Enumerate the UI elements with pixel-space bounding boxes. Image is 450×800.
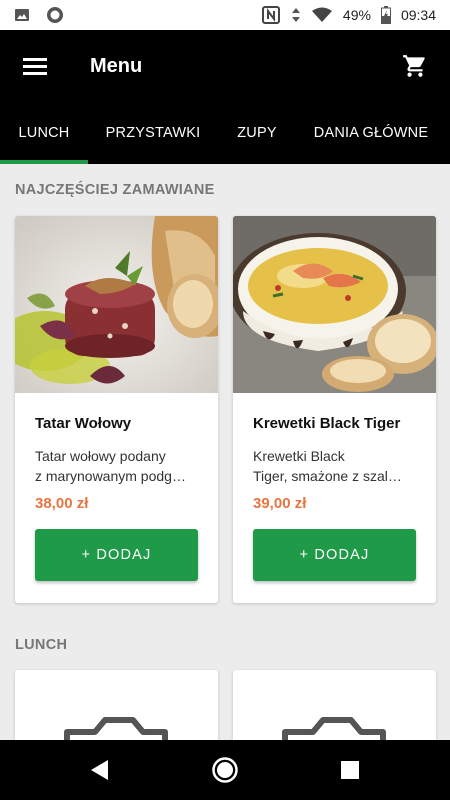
recents-icon[interactable] <box>339 759 361 781</box>
section-title-popular: NAJCZĘŚCIEJ ZAMAWIANE <box>15 182 215 198</box>
product-description: Tatar wołowy podany z marynowanym podg… <box>35 448 186 484</box>
product-card[interactable] <box>15 670 218 740</box>
tab-zupy[interactable]: ZUPY <box>218 102 296 164</box>
home-icon[interactable] <box>211 756 239 784</box>
system-nav-bar <box>0 740 450 800</box>
camera-placeholder-icon <box>64 717 168 740</box>
page-title: Menu <box>90 54 143 77</box>
tab-lunch[interactable]: LUNCH <box>0 102 88 164</box>
product-card[interactable] <box>233 670 436 740</box>
toolbar: Menu <box>0 30 450 102</box>
tab-przystawki[interactable]: PRZYSTAWKI <box>88 102 218 164</box>
product-price: 38,00 zł <box>35 495 89 512</box>
status-bar: 49% 09:34 <box>0 0 450 30</box>
image-icon <box>15 9 29 21</box>
category-tabs: LUNCH PRZYSTAWKI ZUPY DANIA GŁÓWNE <box>0 102 450 164</box>
shrimp-soup-photo <box>233 216 436 393</box>
nfc-icon <box>261 6 280 24</box>
product-name: Tatar Wołowy <box>35 415 132 432</box>
section-title-lunch: LUNCH <box>15 637 68 653</box>
product-card[interactable]: Krewetki Black Tiger Krewetki Black Tige… <box>233 216 436 603</box>
back-icon[interactable] <box>88 758 112 782</box>
product-name: Krewetki Black Tiger <box>253 415 401 432</box>
cart-icon[interactable] <box>402 53 428 79</box>
product-price: 39,00 zł <box>253 495 307 512</box>
battery-percent: 49% <box>342 7 371 23</box>
product-description: Krewetki Black Tiger, smażone z szal… <box>253 448 402 484</box>
hamburger-icon[interactable] <box>22 56 48 76</box>
data-arrows-icon <box>291 8 300 22</box>
camera-placeholder-icon <box>282 717 386 740</box>
wifi-icon <box>311 7 332 22</box>
tab-dania-glowne[interactable]: DANIA GŁÓWNE <box>296 102 446 164</box>
beef-tartare-photo <box>15 216 218 393</box>
product-card[interactable]: Tatar Wołowy Tatar wołowy podany z maryn… <box>15 216 218 603</box>
clock: 09:34 <box>400 7 436 23</box>
add-to-cart-button[interactable]: + DODAJ <box>35 529 198 581</box>
record-icon <box>47 7 63 23</box>
app-bar: Menu LUNCH PRZYSTAWKI ZUPY DANIA GŁÓWNE <box>0 30 450 164</box>
menu-content[interactable]: NAJCZĘŚCIEJ ZAMAWIANE Tatar Wołowy Tatar… <box>0 164 450 740</box>
add-to-cart-button[interactable]: + DODAJ <box>253 529 416 581</box>
battery-icon <box>380 6 391 24</box>
